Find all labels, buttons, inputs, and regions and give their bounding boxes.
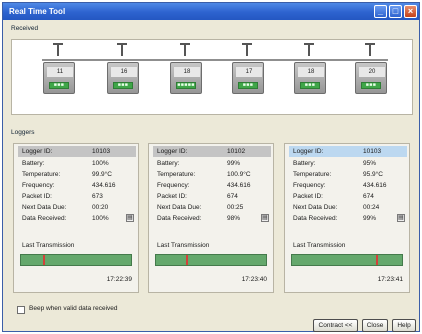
chart-icon[interactable]: ▤ [261, 214, 269, 222]
node-id: 16 [111, 67, 137, 77]
last-transmission-time: 17:22:39 [106, 276, 132, 283]
logger-id-value: 10103 [92, 148, 111, 155]
logger-id-value: 10102 [227, 148, 246, 155]
signal-indicator: ■■■■■ [176, 82, 196, 89]
signal-indicator: ■■■ [300, 82, 320, 89]
logger-id-row: Logger ID: 10103 [289, 146, 407, 157]
maximize-icon: □ [392, 6, 399, 16]
transmission-marker [186, 255, 189, 265]
minimize-icon: _ [377, 6, 383, 16]
signal-indicator: ■■■ [361, 82, 381, 89]
logger-id-row: Logger ID: 10102 [153, 146, 271, 157]
logger-panel[interactable]: Logger ID: 10102 Battery: 99% Temperature… [148, 143, 274, 293]
receiver-node: 17 ■■■ [231, 43, 265, 96]
data-received-value: 99% [363, 215, 377, 222]
node-id: 11 [47, 67, 73, 77]
title-bar: Real Time Tool _ □ × [3, 3, 419, 20]
receiver-node: 18 ■■■■■ [169, 43, 203, 96]
next-data-due-value: 00:20 [92, 204, 109, 211]
data-received-value: 98% [227, 215, 241, 222]
beep-checkbox-label[interactable]: Beep when valid data received [29, 305, 118, 312]
node-id: 18 [298, 67, 324, 77]
next-data-due-value: 00:25 [227, 204, 244, 211]
frequency-value: 434.616 [363, 182, 387, 189]
packet-id-value: 674 [363, 193, 374, 200]
frequency-value: 434.616 [227, 182, 251, 189]
receiver-node: 16 ■■■ [106, 43, 140, 96]
packet-id-value: 673 [92, 193, 103, 200]
beep-checkbox[interactable] [17, 306, 25, 314]
chart-icon[interactable]: ▤ [126, 214, 134, 222]
last-transmission-time: 17:23:40 [241, 276, 267, 283]
signal-indicator: ■■■ [49, 82, 69, 89]
logger-id-row: Logger ID: 10103 [18, 146, 136, 157]
received-group-label: Received [11, 25, 39, 32]
contract-button[interactable]: Contract << [313, 319, 358, 332]
app-window: Real Time Tool _ □ × Received 11 ■■■ 16 … [2, 2, 420, 332]
close-button[interactable]: Close [362, 319, 388, 332]
temperature-value: 95.9°C [363, 171, 383, 178]
logger-panel-selected[interactable]: Logger ID: 10103 Battery: 95% Temperature… [284, 143, 410, 293]
node-id: 18 [174, 67, 200, 77]
receiver-node: 11 ■■■ [42, 43, 76, 96]
transmission-bar [20, 254, 132, 266]
help-button[interactable]: Help [392, 319, 416, 332]
transmission-marker [42, 255, 45, 265]
transmission-bar [291, 254, 403, 266]
signal-indicator: ■■■ [113, 82, 133, 89]
transmission-marker [376, 255, 379, 265]
frequency-value: 434.616 [92, 182, 116, 189]
chart-icon[interactable]: ▤ [397, 214, 405, 222]
receiver-node: 18 ■■■ [293, 43, 327, 96]
node-id: 17 [236, 67, 262, 77]
received-panel: 11 ■■■ 16 ■■■ 18 ■■■■■ 17 ■■■ 18 ■■■ 20 … [11, 39, 413, 115]
battery-value: 95% [363, 160, 377, 167]
close-window-button[interactable]: × [404, 5, 417, 18]
close-icon: × [407, 6, 414, 16]
window-title: Real Time Tool [9, 7, 66, 16]
last-transmission-label: Last Transmission [22, 242, 75, 249]
network-line [42, 59, 388, 61]
logger-panel[interactable]: Logger ID: 10103 Battery: 100% Temperatur… [13, 143, 139, 293]
node-id: 20 [359, 67, 385, 77]
battery-value: 99% [227, 160, 241, 167]
logger-id-value: 10103 [363, 148, 382, 155]
packet-id-value: 674 [227, 193, 238, 200]
temperature-value: 99.9°C [92, 171, 112, 178]
transmission-bar [155, 254, 267, 266]
temperature-value: 100.9°C [227, 171, 251, 178]
data-received-value: 100% [92, 215, 109, 222]
next-data-due-value: 00:24 [363, 204, 380, 211]
battery-value: 100% [92, 160, 109, 167]
loggers-group-label: Loggers [11, 129, 35, 136]
maximize-button[interactable]: □ [389, 5, 402, 18]
receiver-node: 20 ■■■ [354, 43, 388, 96]
signal-indicator: ■■■ [238, 82, 258, 89]
last-transmission-label: Last Transmission [293, 242, 346, 249]
last-transmission-time: 17:23:41 [377, 276, 403, 283]
last-transmission-label: Last Transmission [157, 242, 210, 249]
minimize-button[interactable]: _ [374, 5, 387, 18]
